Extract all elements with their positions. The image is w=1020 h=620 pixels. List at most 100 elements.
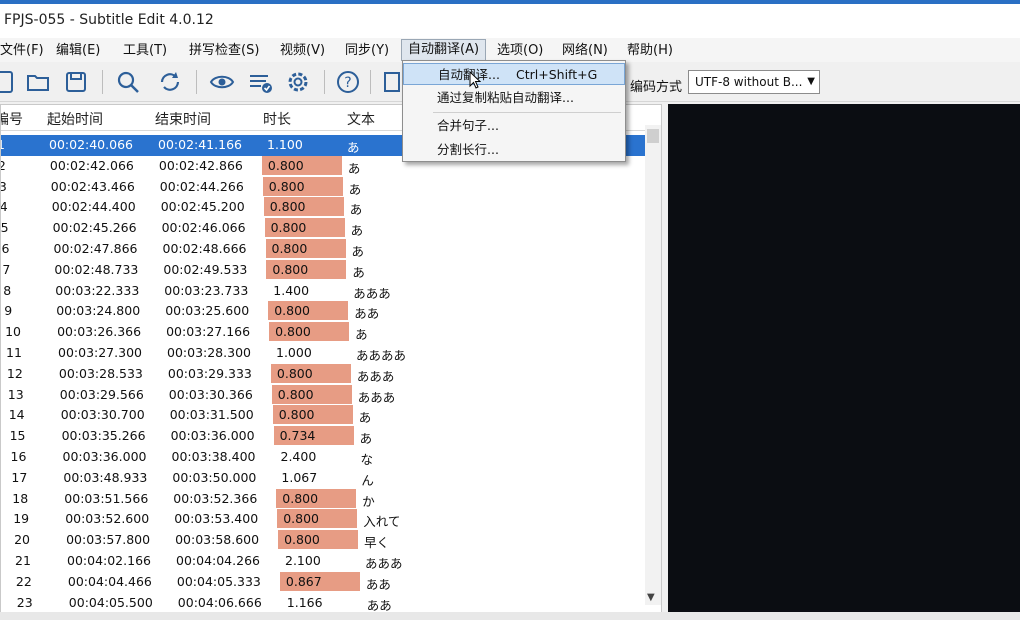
toolbar-separator [324, 70, 325, 94]
menu-bar: 文件(F) 编辑(E) 工具(T) 拼写检查(S) 视频(V) 同步(Y) 自动… [0, 38, 1020, 62]
cell-end-time: 00:03:53.400 [174, 511, 259, 527]
table-row[interactable]: 6 00:02:47.866 00:02:48.666 0.800 あ [1, 239, 647, 260]
toolbar-separator [370, 70, 371, 94]
column-header-number[interactable]: 编号 [1, 109, 23, 129]
cell-duration: 0.800 [272, 405, 353, 425]
table-row[interactable]: 14 00:03:30.700 00:03:31.500 0.800 あ [1, 405, 647, 426]
cell-text: あ [347, 160, 361, 176]
table-row[interactable]: 11 00:03:27.300 00:03:28.300 1.000 ああああ [1, 343, 647, 364]
cell-duration: 0.800 [264, 218, 345, 238]
table-row[interactable]: 23 00:04:05.500 00:04:06.666 1.166 ああ [1, 593, 647, 613]
chevron-down-icon: ▼ [807, 76, 815, 87]
encoding-select[interactable]: UTF-8 without B... ▼ [688, 70, 820, 94]
cell-end-time: 00:02:49.533 [163, 261, 248, 277]
cell-end-time: 00:04:06.666 [177, 594, 262, 610]
table-row[interactable]: 17 00:03:48.933 00:03:50.000 1.067 ん [1, 468, 647, 489]
video-player[interactable] [668, 104, 1020, 614]
column-header-end[interactable]: 结束时间 [155, 109, 211, 129]
cell-text: な [360, 452, 374, 467]
cell-duration: 0.800 [278, 530, 359, 550]
scrollbar-thumb[interactable] [647, 129, 659, 143]
cell-duration: 0.800 [265, 239, 346, 258]
cell-start-time: 00:02:43.466 [50, 178, 135, 194]
table-row[interactable]: 20 00:03:57.800 00:03:58.600 0.800 早く [1, 530, 647, 551]
cell-end-time: 00:03:58.600 [175, 532, 260, 548]
menu-edit[interactable]: 编辑(E) [50, 41, 106, 61]
cell-end-time: 00:03:36.000 [170, 428, 255, 444]
table-row[interactable]: 19 00:03:52.600 00:03:53.400 0.800 入れて [1, 509, 647, 530]
table-row[interactable]: 16 00:03:36.000 00:03:38.400 2.400 な [1, 447, 647, 468]
find-icon[interactable] [114, 68, 142, 96]
table-row[interactable]: 8 00:03:22.333 00:03:23.733 1.400 あああ [1, 281, 647, 302]
column-header-start[interactable]: 起始时间 [47, 109, 103, 129]
menu-options[interactable]: 选项(O) [491, 41, 549, 61]
cell-duration: 0.800 [269, 322, 350, 342]
table-row[interactable]: 10 00:03:26.366 00:03:27.166 0.800 あ [1, 322, 647, 343]
save-icon[interactable] [62, 68, 90, 96]
auto-translate-menu: 自动翻译... Ctrl+Shift+G 通过复制粘贴自动翻译... 合并句子.… [402, 60, 626, 162]
menu-auto-translate[interactable]: 自动翻译(A) [401, 39, 487, 61]
cell-number: 13 [7, 386, 24, 402]
table-row[interactable]: 21 00:04:02.166 00:04:04.266 2.100 あああ [1, 551, 647, 572]
new-file-icon[interactable] [0, 68, 18, 96]
cell-duration: 1.067 [281, 469, 318, 485]
table-row[interactable]: 13 00:03:29.566 00:03:30.366 0.800 あああ [1, 384, 647, 406]
cell-end-time: 00:03:31.500 [169, 407, 254, 423]
vertical-scrollbar[interactable]: ▼ [645, 125, 661, 605]
cell-start-time: 00:02:47.866 [53, 241, 138, 256]
cell-duration: 0.800 [270, 363, 351, 383]
menu-item-split-long-lines[interactable]: 分割长行... [403, 139, 625, 161]
menu-item-label: 合并句子... [437, 118, 499, 133]
cell-start-time: 00:03:27.300 [58, 345, 142, 360]
cell-duration: 1.100 [261, 135, 303, 154]
cell-number: 1 [1, 137, 5, 152]
cell-number: 22 [15, 573, 32, 589]
visual-sync-icon[interactable] [208, 68, 236, 96]
menu-network[interactable]: 网络(N) [556, 41, 614, 61]
cell-start-time: 00:03:57.800 [66, 532, 151, 548]
cell-number: 4 [0, 199, 8, 215]
cell-duration: 0.800 [261, 155, 342, 175]
table-row[interactable]: 12 00:03:28.533 00:03:29.333 0.800 あああ [1, 363, 647, 385]
cell-duration: 2.400 [280, 449, 317, 464]
menu-item-auto-translate[interactable]: 自动翻译... Ctrl+Shift+G [403, 63, 625, 85]
menu-spellcheck[interactable]: 拼写检查(S) [183, 41, 265, 61]
table-row[interactable]: 22 00:04:04.466 00:04:05.333 0.867 ああ [1, 571, 647, 593]
help-icon[interactable]: ? [334, 68, 362, 96]
table-row[interactable]: 4 00:02:44.400 00:02:45.200 0.800 あ [1, 197, 647, 218]
table-row[interactable]: 15 00:03:35.266 00:03:36.000 0.734 あ [1, 426, 647, 447]
cell-start-time: 00:03:24.800 [56, 303, 141, 319]
menu-video[interactable]: 视频(V) [274, 41, 331, 61]
table-row[interactable]: 9 00:03:24.800 00:03:25.600 0.800 ああ [1, 301, 647, 322]
table-row[interactable]: 3 00:02:43.466 00:02:44.266 0.800 あ [1, 176, 647, 198]
cell-number: 23 [16, 594, 33, 610]
cell-duration: 0.800 [266, 259, 347, 279]
cell-number: 3 [1, 179, 7, 194]
column-header-text[interactable]: 文本 [347, 109, 375, 129]
cell-start-time: 00:03:30.700 [60, 407, 145, 423]
column-header-duration[interactable]: 时长 [263, 109, 291, 129]
table-row[interactable]: 5 00:02:45.266 00:02:46.066 0.800 あ [1, 218, 647, 239]
cell-start-time: 00:03:29.566 [59, 386, 144, 402]
menu-item-translate-copy-paste[interactable]: 通过复制粘贴自动翻译... [403, 87, 625, 109]
cell-duration: 0.867 [279, 571, 360, 591]
open-folder-icon[interactable] [24, 68, 52, 96]
cell-start-time: 00:03:52.600 [65, 511, 150, 527]
cell-text: あ [348, 181, 362, 197]
table-row[interactable]: 18 00:03:51.566 00:03:52.366 0.800 か [1, 488, 647, 510]
menu-file[interactable]: 文件(F) [0, 41, 50, 61]
spellcheck-icon[interactable] [246, 68, 274, 96]
cell-number: 20 [14, 532, 30, 548]
cell-number: 6 [1, 241, 10, 256]
cell-text: あ [355, 327, 368, 343]
menu-help[interactable]: 帮助(H) [621, 41, 679, 61]
menu-tools[interactable]: 工具(T) [117, 41, 173, 61]
table-row[interactable]: 7 00:02:48.733 00:02:49.533 0.800 あ [1, 259, 647, 281]
menu-item-merge-sentences[interactable]: 合并句子... [403, 115, 625, 137]
cell-text: あ [358, 410, 372, 426]
scroll-down-icon[interactable]: ▼ [647, 592, 655, 603]
replace-icon[interactable] [156, 68, 184, 96]
menu-sync[interactable]: 同步(Y) [339, 41, 395, 61]
cell-duration: 1.000 [276, 345, 312, 360]
settings-icon[interactable] [284, 68, 312, 96]
